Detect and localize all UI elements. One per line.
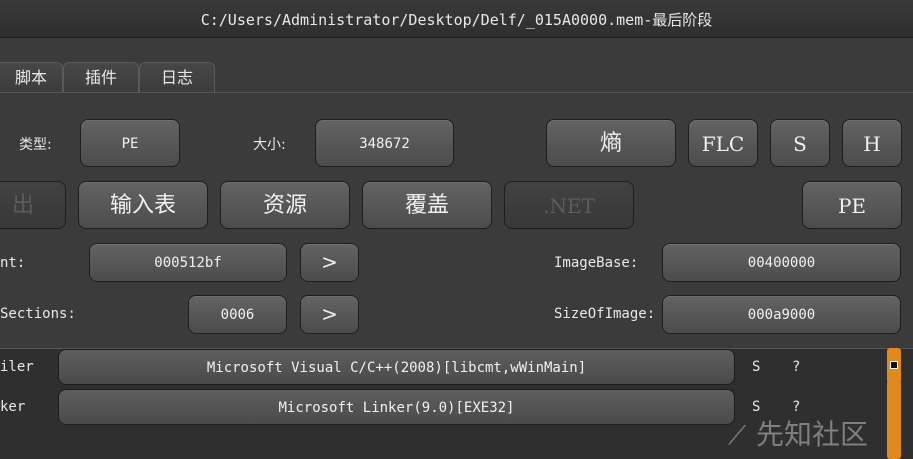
sizeofimage-field[interactable]: 000a9000 bbox=[662, 295, 901, 334]
import-table-button[interactable]: 输入表 bbox=[78, 181, 208, 229]
watermark-logo-icon: ⟋ bbox=[728, 421, 747, 451]
sections-arrow-button[interactable]: > bbox=[300, 295, 359, 334]
size-value-field[interactable]: 348672 bbox=[315, 119, 454, 167]
result-s-compiler[interactable]: S bbox=[752, 359, 760, 375]
entry-point-field[interactable]: 000512bf bbox=[89, 243, 287, 282]
result-info-compiler[interactable]: ? bbox=[792, 359, 800, 375]
watermark: ⟋ 先知社区 bbox=[728, 418, 869, 451]
h-button[interactable]: H bbox=[842, 119, 902, 167]
tab-bar: 脚本 插件 日志 bbox=[0, 62, 215, 93]
size-label: 大小: bbox=[253, 137, 286, 153]
overlay-button[interactable]: 覆盖 bbox=[362, 181, 492, 229]
tab-divider bbox=[0, 92, 913, 93]
result-type-linker: ker bbox=[0, 399, 26, 415]
entry-point-label: nt: bbox=[0, 255, 26, 271]
results-scrollbar-thumb[interactable] bbox=[887, 380, 901, 459]
window-title: C:/Users/Administrator/Desktop/Delf/_015… bbox=[0, 0, 913, 38]
scroll-up-icon bbox=[890, 361, 898, 369]
tab-plugins[interactable]: 插件 bbox=[63, 62, 139, 93]
export-button[interactable]: 出 bbox=[0, 181, 66, 229]
entry-point-arrow-button[interactable]: > bbox=[300, 243, 359, 282]
flc-button[interactable]: FLC bbox=[688, 119, 758, 167]
tab-script[interactable]: 脚本 bbox=[0, 62, 63, 93]
result-value-compiler[interactable]: Microsoft Visual C/C++(2008)[libcmt,wWin… bbox=[58, 349, 735, 385]
imagebase-label: ImageBase: bbox=[554, 255, 639, 271]
type-value-field[interactable]: PE bbox=[80, 119, 180, 167]
resource-button[interactable]: 资源 bbox=[220, 181, 350, 229]
s-button[interactable]: S bbox=[770, 119, 830, 167]
type-label: 类型: bbox=[19, 137, 52, 153]
tab-log[interactable]: 日志 bbox=[139, 62, 215, 93]
entropy-button[interactable]: 熵 bbox=[546, 119, 676, 167]
sizeofimage-label: SizeOfImage: bbox=[554, 306, 656, 322]
result-value-linker[interactable]: Microsoft Linker(9.0)[EXE32] bbox=[58, 389, 735, 425]
result-type-compiler: iler bbox=[0, 359, 34, 375]
sections-field[interactable]: 0006 bbox=[188, 295, 287, 334]
net-button[interactable]: .NET bbox=[504, 181, 634, 229]
pe-button[interactable]: PE bbox=[802, 181, 902, 229]
sections-label: Sections: bbox=[0, 306, 76, 322]
imagebase-field[interactable]: 00400000 bbox=[662, 243, 901, 282]
